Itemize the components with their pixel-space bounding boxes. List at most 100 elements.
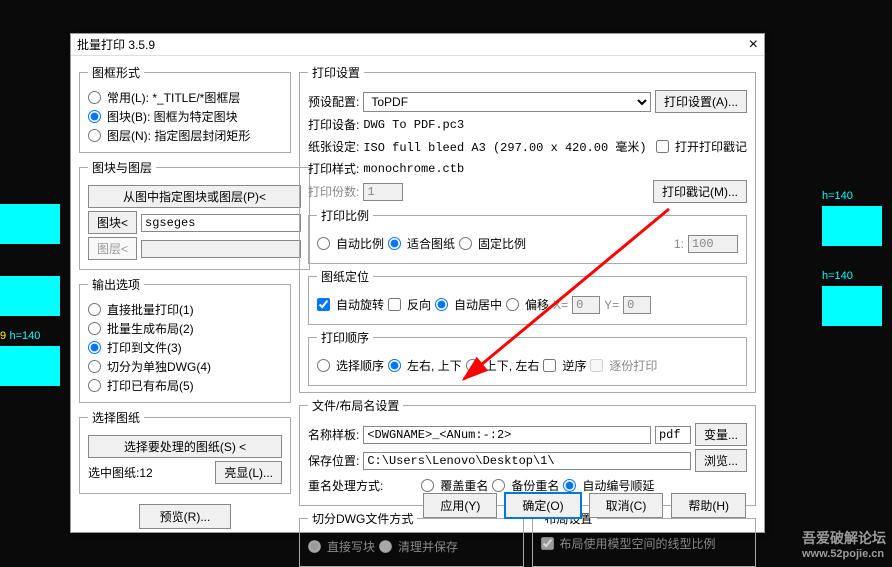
center-label: 自动居中 xyxy=(454,296,502,313)
scale-auto-label: 自动比例 xyxy=(336,235,384,252)
select-drawings-button[interactable]: 选择要处理的图纸(S) < xyxy=(88,435,282,458)
reverse-label: 反向 xyxy=(407,296,431,313)
scale-fit-radio[interactable] xyxy=(388,237,401,250)
block-input[interactable] xyxy=(141,214,301,232)
select-paper-group: 选择图纸 选择要处理的图纸(S) < 选中图纸:12 亮显(L)... xyxy=(79,409,291,494)
frame-style-legend: 图框形式 xyxy=(88,64,144,81)
thumb-h-label: h=140 xyxy=(9,330,40,342)
ratio-sep: 1: xyxy=(674,237,684,251)
print-config-legend: 打印设置 xyxy=(308,64,364,81)
batch-print-dialog: 批量打印 3.5.9 × 图框形式 常用(L): *_TITLE/*图框层 图块… xyxy=(70,33,765,533)
out-split-radio[interactable] xyxy=(88,360,101,373)
y-input xyxy=(623,296,651,314)
reverse-order-check[interactable] xyxy=(543,359,556,372)
thumbnail[interactable] xyxy=(0,346,60,386)
out-layout-label: 批量生成布局(2) xyxy=(107,320,194,337)
scale-auto-radio[interactable] xyxy=(317,237,330,250)
dup-backup-radio[interactable] xyxy=(492,479,505,492)
reverse-check[interactable] xyxy=(388,298,401,311)
out-existing-label: 打印已有布局(5) xyxy=(107,377,194,394)
split-dwg-group: 切分DWG文件方式 直接写块 清理并保存 xyxy=(299,510,524,567)
device-value: DWG To PDF.pc3 xyxy=(363,118,464,132)
thumbnail[interactable] xyxy=(0,204,60,244)
open-stamp-check[interactable] xyxy=(656,140,669,153)
variable-button[interactable]: 变量... xyxy=(695,423,747,446)
block-button[interactable]: 图块< xyxy=(88,211,137,234)
orient-group: 图纸定位 自动旋转 反向 自动居中 偏移 X= Y= xyxy=(308,268,747,325)
layer-input xyxy=(141,240,301,258)
save-path-input[interactable] xyxy=(363,452,691,470)
split-direct-label: 直接写块 xyxy=(327,538,375,555)
split-direct-radio xyxy=(308,540,321,553)
split-clean-radio xyxy=(379,540,392,553)
scale-legend: 打印比例 xyxy=(317,207,373,224)
autorotate-check[interactable] xyxy=(317,298,330,311)
x-input xyxy=(572,296,600,314)
order-legend: 打印顺序 xyxy=(317,329,373,346)
frame-layer-radio[interactable] xyxy=(88,129,101,142)
collate-check xyxy=(590,359,603,372)
dup-label: 重名处理方式: xyxy=(308,477,383,494)
print-config-button[interactable]: 打印设置(A)... xyxy=(655,90,747,113)
stamp-button[interactable]: 打印戳记(M)... xyxy=(653,180,747,203)
scale-group: 打印比例 自动比例 适合图纸 固定比例 1: xyxy=(308,207,747,264)
block-layer-legend: 图块与图层 xyxy=(88,159,156,176)
browse-button[interactable]: 浏览... xyxy=(695,449,747,472)
frame-block-radio[interactable] xyxy=(88,110,101,123)
window-title: 批量打印 3.5.9 xyxy=(77,34,155,55)
thumb-h-label: h=140 xyxy=(822,270,892,282)
template-label: 名称样板: xyxy=(308,426,359,443)
order-tblr-radio[interactable] xyxy=(466,359,479,372)
dup-autoinc-label: 自动编号顺延 xyxy=(582,477,654,494)
out-file-radio[interactable] xyxy=(88,341,101,354)
copies-input xyxy=(363,183,403,201)
order-lrtb-label: 左右, 上下 xyxy=(407,357,462,374)
collate-label: 逐份打印 xyxy=(609,357,657,374)
dup-autoinc-radio[interactable] xyxy=(563,479,576,492)
autorotate-label: 自动旋转 xyxy=(336,296,384,313)
style-label: 打印样式: xyxy=(308,160,359,177)
specify-from-drawing-button[interactable]: 从图中指定图块或图层(P)< xyxy=(88,185,301,208)
out-layout-radio[interactable] xyxy=(88,322,101,335)
ok-button[interactable]: 确定(O) xyxy=(505,493,580,518)
preview-button[interactable]: 预览(R)... xyxy=(139,504,232,529)
layout-cfg-group: 布局设置 布局使用模型空间的线型比例 xyxy=(532,510,757,567)
order-group: 打印顺序 选择顺序 左右, 上下 上下, 左右 逆序 逐份打印 xyxy=(308,329,747,386)
highlight-button[interactable]: 亮显(L)... xyxy=(215,461,282,484)
frame-layer-label: 图层(N): 指定图层封闭矩形 xyxy=(107,127,250,144)
ext-input[interactable] xyxy=(655,426,691,444)
center-radio[interactable] xyxy=(435,298,448,311)
preset-select[interactable]: ToPDF xyxy=(363,92,651,112)
split-clean-label: 清理并保存 xyxy=(398,538,458,555)
thumbnail[interactable] xyxy=(822,286,882,326)
out-existing-radio[interactable] xyxy=(88,379,101,392)
apply-button[interactable]: 应用(Y) xyxy=(423,493,497,518)
device-label: 打印设备: xyxy=(308,116,359,133)
order-lrtb-radio[interactable] xyxy=(388,359,401,372)
offset-radio[interactable] xyxy=(506,298,519,311)
cancel-button[interactable]: 取消(C) xyxy=(589,493,664,518)
out-direct-radio[interactable] xyxy=(88,303,101,316)
preset-label: 预设配置: xyxy=(308,93,359,110)
close-icon[interactable]: × xyxy=(749,34,758,55)
paper-value: ISO full bleed A3 (297.00 x 420.00 毫米) xyxy=(363,138,652,155)
use-model-ltype-check xyxy=(541,537,554,550)
scale-fixed-radio[interactable] xyxy=(459,237,472,250)
save-label: 保存位置: xyxy=(308,452,359,469)
output-legend: 输出选项 xyxy=(88,276,144,293)
help-button[interactable]: 帮助(H) xyxy=(671,493,746,518)
scale-fixed-label: 固定比例 xyxy=(478,235,526,252)
thumbnail[interactable] xyxy=(822,206,882,246)
frame-common-radio[interactable] xyxy=(88,91,101,104)
open-stamp-label: 打开打印戳记 xyxy=(675,138,747,155)
order-tblr-label: 上下, 左右 xyxy=(485,357,540,374)
thumbnail[interactable] xyxy=(0,276,60,316)
split-dwg-legend: 切分DWG文件方式 xyxy=(308,510,417,527)
ratio-input xyxy=(688,235,738,253)
template-input[interactable] xyxy=(363,426,651,444)
dup-overwrite-radio[interactable] xyxy=(421,479,434,492)
order-pick-radio[interactable] xyxy=(317,359,330,372)
orient-legend: 图纸定位 xyxy=(317,268,373,285)
dup-backup-label: 备份重名 xyxy=(511,477,559,494)
style-value: monochrome.ctb xyxy=(363,162,747,176)
